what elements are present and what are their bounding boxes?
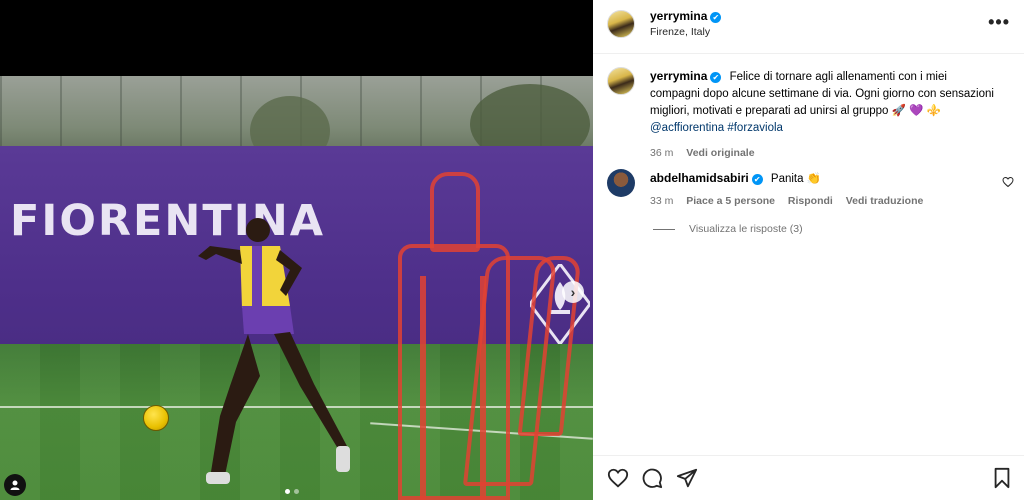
post-actions xyxy=(593,455,1024,500)
dummy-bar xyxy=(420,276,426,500)
caption-meta: 36 m Vedi originale xyxy=(650,145,995,162)
avatar[interactable] xyxy=(607,67,635,95)
user-icon xyxy=(10,480,20,490)
verified-badge-icon: ✔ xyxy=(751,174,763,185)
carousel-dot xyxy=(294,489,299,494)
share-icon[interactable] xyxy=(676,467,698,489)
hashtag-link[interactable]: #forzaviola xyxy=(727,122,783,134)
view-replies-label: Visualizza le risposte (3) xyxy=(689,223,803,235)
avatar[interactable] xyxy=(607,169,635,197)
more-options-button[interactable]: ••• xyxy=(988,12,1010,33)
post-details-panel: yerrymina ✔ Firenze, Italy ••• yerrymina ✔… xyxy=(593,0,1024,500)
comment-time: 33 m xyxy=(650,195,674,207)
comment-author[interactable]: abdelhamidsabiri xyxy=(650,171,749,185)
comment-item: abdelhamidsabiri ✔ Panita 👏 33 m Piace a … xyxy=(650,170,995,210)
view-replies-button[interactable]: Visualizza le risposte (3) xyxy=(653,223,803,235)
post-photo[interactable]: FIORENTINA xyxy=(0,76,593,500)
replies-divider xyxy=(653,228,675,230)
player-figure xyxy=(198,218,350,484)
translate-button[interactable]: Vedi traduzione xyxy=(846,195,924,207)
tagged-users-button[interactable] xyxy=(4,474,26,496)
avatar[interactable] xyxy=(607,10,635,38)
see-original-button[interactable]: Vedi originale xyxy=(686,147,754,159)
carousel-next-button[interactable]: › xyxy=(562,281,584,303)
training-dummy xyxy=(430,172,480,252)
post-location[interactable]: Firenze, Italy xyxy=(650,26,721,38)
caption-time: 36 m xyxy=(650,147,674,159)
author-username[interactable]: yerrymina xyxy=(650,9,707,23)
comment-meta: 33 m Piace a 5 persone Rispondi Vedi tra… xyxy=(650,193,995,210)
heart-icon[interactable] xyxy=(607,467,629,489)
post-header: yerrymina ✔ Firenze, Italy ••• xyxy=(593,0,1024,54)
verified-badge-icon: ✔ xyxy=(710,12,722,23)
comment-text: Panita 👏 xyxy=(770,173,822,185)
caption-author[interactable]: yerrymina xyxy=(650,69,707,83)
mention-link[interactable]: @acffiorentina xyxy=(650,122,724,134)
bookmark-icon[interactable] xyxy=(991,467,1013,489)
comment-likes[interactable]: Piace a 5 persone xyxy=(686,195,775,207)
post-caption: yerrymina ✔ Felice di tornare agli allena… xyxy=(650,68,995,162)
carousel-dot-active xyxy=(285,489,290,494)
verified-badge-icon: ✔ xyxy=(710,72,722,83)
carousel-indicator xyxy=(285,489,299,494)
post-media: FIORENTINA › xyxy=(0,0,593,500)
reply-button[interactable]: Rispondi xyxy=(788,195,833,207)
comment-like-icon[interactable] xyxy=(1002,176,1014,188)
comment-icon[interactable] xyxy=(641,467,663,489)
soccer-ball xyxy=(143,405,169,431)
